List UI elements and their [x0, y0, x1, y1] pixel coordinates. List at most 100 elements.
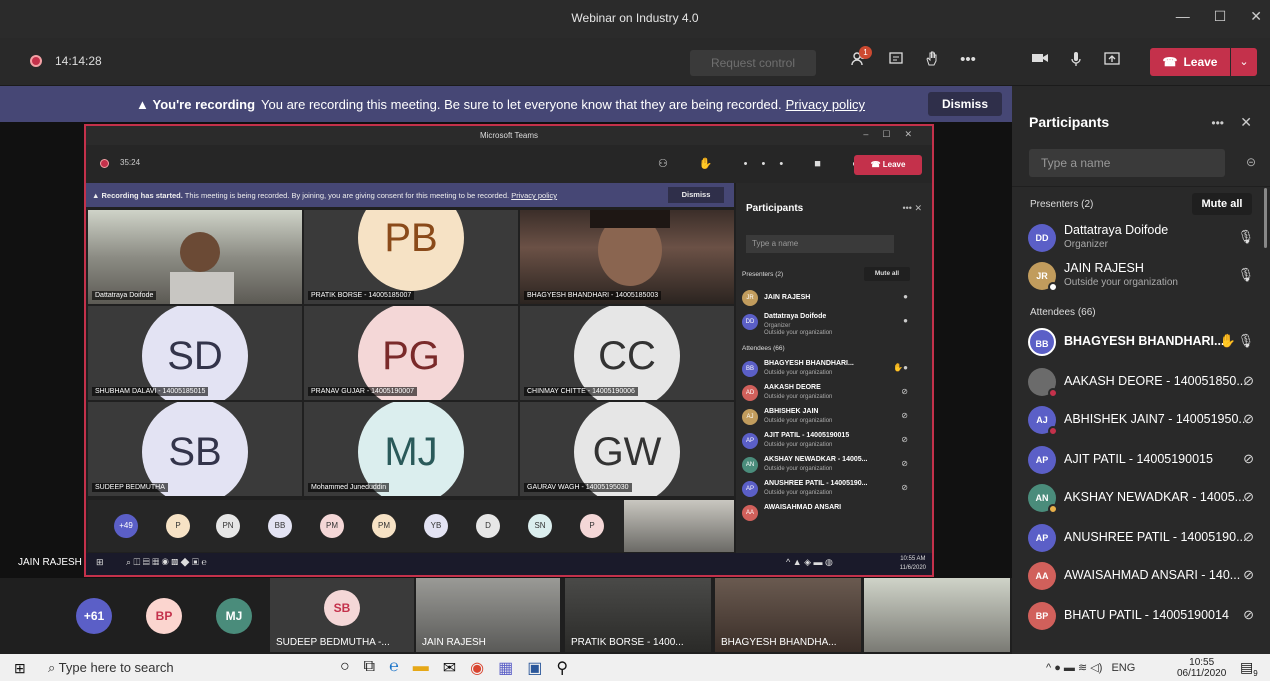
mic-icon[interactable]: 🎙︎	[1237, 267, 1254, 283]
windows-start-icon[interactable]: ⊞	[14, 660, 26, 677]
mail-icon[interactable]: ✉	[443, 658, 456, 678]
share-link-icon[interactable]: ⊝	[1246, 155, 1256, 169]
taskbar-search[interactable]: ⌕ Type here to search	[48, 660, 174, 676]
video-tile: BHAGYESH BHANDHA...	[715, 578, 861, 652]
mic-muted-icon[interactable]: ⊘	[1243, 607, 1254, 623]
maximize-button[interactable]: ☐	[1214, 8, 1227, 25]
video-tile: MJ Mohammed Juneduddin	[304, 402, 518, 496]
mic-muted-icon[interactable]: ⊘	[1243, 567, 1254, 583]
camera-icon[interactable]	[1022, 51, 1058, 73]
mic-muted-icon[interactable]: ⊘	[1243, 411, 1254, 427]
participant-org: Outside your organization	[764, 490, 833, 496]
file-explorer-icon[interactable]: ▬	[413, 658, 429, 678]
avatar: BB	[268, 514, 292, 538]
video-tile-label: Dattatraya Doifode	[92, 291, 157, 300]
avatar: BB	[1028, 328, 1056, 356]
video-tile-label: GAURAV WAGH - 14005195030	[524, 483, 632, 492]
list-item[interactable]: JR JAIN RAJESH Outside your organization…	[1028, 258, 1260, 298]
close-panel-icon[interactable]: ✕	[1240, 114, 1252, 131]
dismiss-button[interactable]: Dismiss	[928, 92, 1002, 116]
video-tile: JAIN RAJESH	[416, 578, 560, 652]
language-indicator[interactable]: ENG	[1111, 662, 1135, 674]
mic-icon[interactable]: 🎙︎	[1237, 229, 1254, 245]
recording-banner-text: ▲ You're recording You are recording this…	[136, 97, 865, 112]
attendees-heading: Attendees (66)	[1030, 307, 1096, 318]
list-item: AP ANUSHREE PATIL - 14005190... Outside …	[742, 477, 928, 501]
share-screen-icon[interactable]	[1094, 51, 1130, 73]
shared-mute-all-button: Mute all	[864, 267, 910, 281]
participant-name: ABHISHEK JAIN7 - 140051950...	[1064, 412, 1249, 426]
shared-dismiss-button: Dismiss	[668, 187, 724, 203]
edge-icon[interactable]: ℮	[389, 658, 399, 678]
search-input[interactable]: Type a name	[1029, 149, 1225, 177]
avatar: AP	[742, 481, 758, 497]
mic-icon[interactable]: 🎙︎	[1237, 333, 1254, 349]
mic-muted-icon[interactable]: ⊘	[1243, 529, 1254, 545]
list-item[interactable]: AA AWAISAHMAD ANSARI - 140... ⊘	[1028, 558, 1260, 598]
list-item[interactable]: DD Dattatraya Doifode Organizer 🎙︎	[1028, 220, 1260, 260]
avatar[interactable]: +61	[76, 598, 112, 634]
meeting-actions: 1 •••	[842, 46, 986, 73]
leave-button[interactable]: ☎ Leave	[1150, 48, 1230, 76]
list-item[interactable]: AJ ABHISHEK JAIN7 - 140051950... ⊘	[1028, 402, 1260, 442]
list-item: AP AJIT PATIL - 14005190015 Outside your…	[742, 429, 928, 453]
panel-scrollbar[interactable]	[1264, 188, 1267, 248]
mic-muted-icon[interactable]: ⊘	[1243, 451, 1254, 467]
leave-options-chevron-icon[interactable]: ⌄	[1231, 48, 1257, 76]
mic-muted-icon[interactable]: ⊘	[1243, 489, 1254, 505]
gallery-strip: +61 BP MJ SB SUDEEP BEDMUTHA -... JAIN R…	[0, 578, 1012, 654]
cortana-icon[interactable]: ○	[340, 658, 350, 678]
teams-icon[interactable]: ▦	[498, 658, 513, 678]
avatar: GW	[574, 402, 680, 496]
chrome-icon[interactable]: ◉	[470, 658, 484, 678]
participants-icon[interactable]: 1	[842, 46, 878, 73]
system-clock[interactable]: 10:55 06/11/2020	[1177, 657, 1226, 679]
shared-timer: 35:24	[120, 158, 141, 167]
request-control-button[interactable]: Request control	[690, 50, 816, 76]
mic-muted-icon[interactable]: ⊘	[1243, 373, 1254, 389]
close-button[interactable]: ✕	[1250, 8, 1262, 25]
avatar: +49	[114, 514, 138, 538]
avatar: JR	[742, 290, 758, 306]
list-item[interactable]: AP ANUSHREE PATIL - 14005190... ⊘	[1028, 520, 1260, 560]
video-tile-label: JAIN RAJESH	[422, 637, 486, 648]
more-icon[interactable]: •••	[950, 51, 986, 73]
task-view-icon[interactable]: ⧉	[364, 658, 375, 678]
video-tile-label: PRANAV GUJAR - 14005190007	[308, 387, 417, 396]
recording-banner-message: You are recording this meeting. Be sure …	[261, 97, 782, 112]
shared-participants-panel: Participants ••• ✕ Type a name Presenter…	[736, 183, 932, 557]
shared-window-title: Microsoft Teams	[86, 126, 932, 145]
avatar: AJ	[742, 409, 758, 425]
mute-all-button[interactable]: Mute all	[1192, 193, 1252, 215]
participant-org: Outside your organization	[764, 330, 833, 336]
participant-name: BHAGYESH BHANDHARI...	[764, 360, 854, 367]
participant-name: AKSHAY NEWADKAR - 14005...	[764, 456, 868, 463]
raise-hand-icon[interactable]	[914, 51, 950, 73]
avatar: AN	[742, 457, 758, 473]
more-options-icon[interactable]: •••	[1211, 116, 1224, 130]
privacy-policy-link[interactable]: Privacy policy	[786, 97, 865, 112]
list-item[interactable]: AP AJIT PATIL - 14005190015 ⊘	[1028, 442, 1260, 482]
mic-icon[interactable]	[1058, 51, 1094, 73]
magnifier-icon[interactable]: ⚲	[556, 658, 568, 678]
list-item[interactable]: AN AKSHAY NEWADKAR - 14005... ⊘	[1028, 480, 1260, 520]
minimize-button[interactable]: —	[1176, 8, 1190, 25]
video-grid: Dattatraya Doifode PB PRATIK BORSE - 140…	[88, 210, 734, 500]
list-item[interactable]: BB BHAGYESH BHANDHARI... ✋ 🎙︎	[1028, 324, 1260, 364]
taskbar-apps: ○ ⧉ ℮ ▬ ✉ ◉ ▦ ▣ ⚲	[340, 658, 568, 678]
avatar: PB	[358, 210, 464, 291]
list-item[interactable]: BP BHATU PATIL - 14005190014 ⊘	[1028, 598, 1260, 638]
video-tile: SB SUDEEP BEDMUTHA -...	[270, 578, 414, 652]
list-item[interactable]: AAKASH DEORE - 140051850... ⊘	[1028, 364, 1260, 404]
tray-icons[interactable]: ^ ● ▬ ≋ ◁)	[1046, 662, 1102, 674]
participant-role: Organizer	[1064, 239, 1108, 250]
participant-name: ABHISHEK JAIN	[764, 408, 819, 415]
avatar: P	[580, 514, 604, 538]
word-icon[interactable]: ▣	[527, 658, 542, 678]
shared-banner-title: Recording has started.	[101, 191, 183, 200]
participants-badge: 1	[859, 46, 872, 59]
shared-banner-text: ▲ Recording has started. This meeting is…	[92, 191, 558, 200]
notifications-icon[interactable]: ▤9	[1240, 659, 1258, 678]
chat-icon[interactable]	[878, 51, 914, 73]
participant-name: AKSHAY NEWADKAR - 14005...	[1064, 490, 1246, 504]
